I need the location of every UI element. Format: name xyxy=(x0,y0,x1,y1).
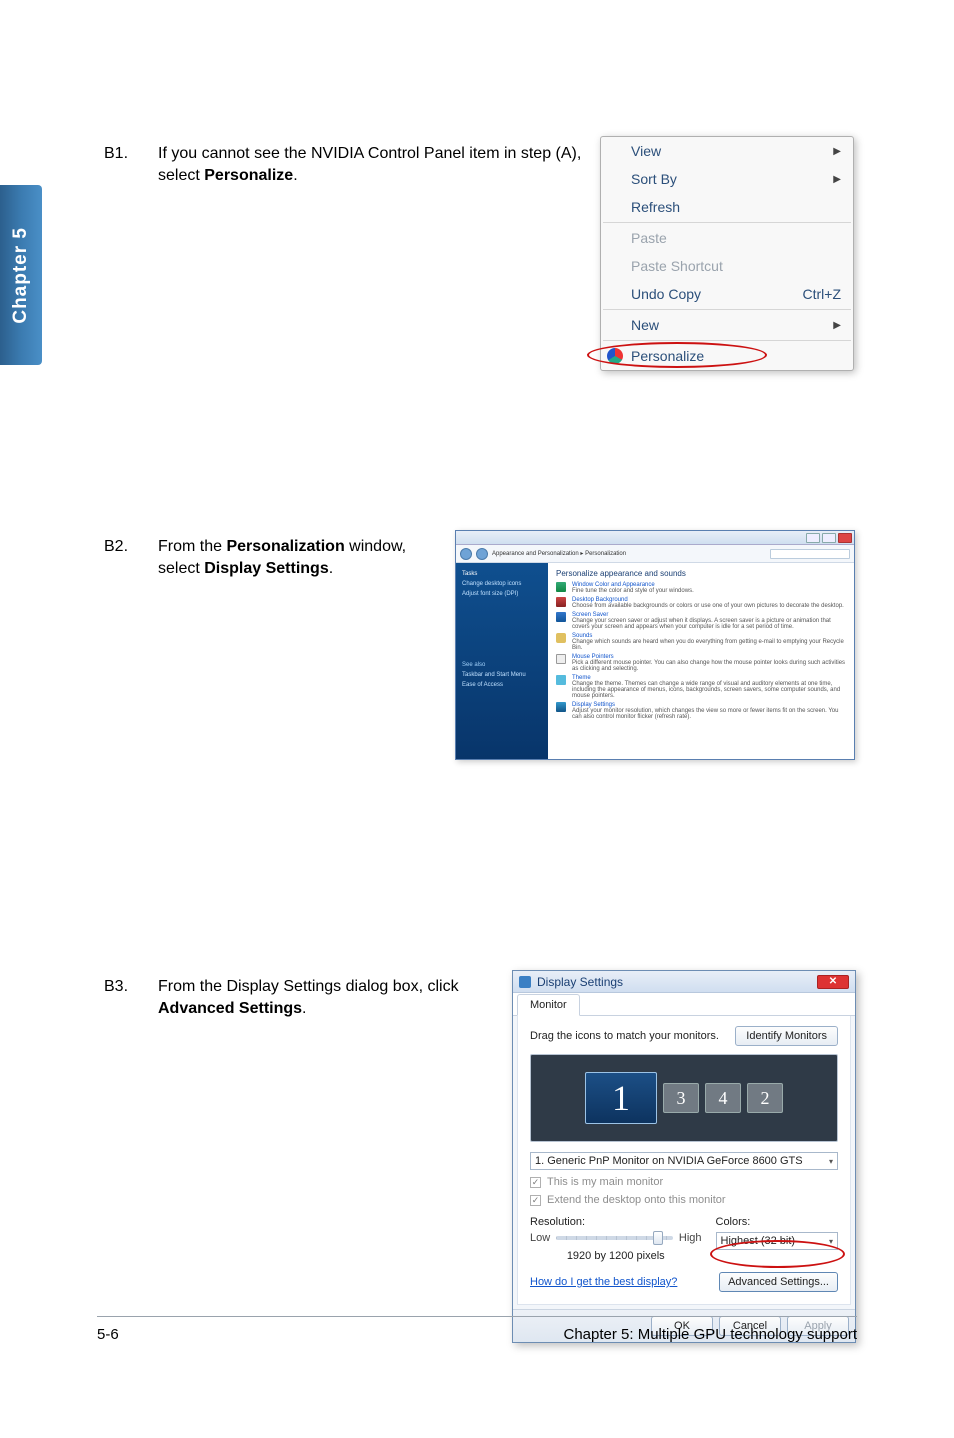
menu-new[interactable]: New▶ xyxy=(601,311,853,339)
separator xyxy=(603,340,851,341)
sidebar-header: Tasks xyxy=(462,569,542,579)
sidebar-item-desktop-icons[interactable]: Change desktop icons xyxy=(462,579,542,589)
back-button[interactable] xyxy=(460,548,472,560)
drag-instruction: Drag the icons to match your monitors. xyxy=(530,1030,719,1042)
sidebar-item-taskbar[interactable]: Taskbar and Start Menu xyxy=(462,670,542,680)
monitor-4[interactable]: 4 xyxy=(705,1083,741,1113)
window-color-icon xyxy=(556,582,566,592)
maximize-button[interactable] xyxy=(822,533,836,543)
step-b3: B3. From the Display Settings dialog box… xyxy=(104,976,489,1019)
menu-paste-shortcut: Paste Shortcut xyxy=(601,252,853,280)
slider-thumb[interactable] xyxy=(653,1231,663,1245)
menu-refresh[interactable]: Refresh xyxy=(601,193,853,221)
resolution-value: 1920 by 1200 pixels xyxy=(530,1250,702,1262)
item-theme[interactable]: ThemeChange the theme. Themes can change… xyxy=(556,675,846,699)
nav-bar: Appearance and Personalization ▸ Persona… xyxy=(456,545,854,563)
sounds-icon xyxy=(556,633,566,643)
step-b1-num: B1. xyxy=(104,143,136,186)
help-link[interactable]: How do I get the best display? xyxy=(530,1276,677,1288)
menu-paste: Paste xyxy=(601,224,853,252)
dialog-title: Display Settings xyxy=(537,975,623,989)
search-input[interactable] xyxy=(770,549,850,559)
step-b1-text: If you cannot see the NVIDIA Control Pan… xyxy=(158,143,584,186)
shortcut-text: Ctrl+Z xyxy=(803,286,842,302)
menu-undo-copy[interactable]: Undo CopyCtrl+Z xyxy=(601,280,853,308)
item-sounds[interactable]: SoundsChange which sounds are heard when… xyxy=(556,633,846,651)
advanced-settings-button[interactable]: Advanced Settings... xyxy=(719,1272,838,1292)
checkbox-icon: ✓ xyxy=(530,1177,541,1188)
tab-row: Monitor xyxy=(513,993,855,1016)
resolution-label: Resolution: xyxy=(530,1216,702,1228)
chapter-tab-text: Chapter 5 xyxy=(10,227,32,324)
step-b3-text: From the Display Settings dialog box, cl… xyxy=(158,976,489,1019)
chapter-tab: Chapter 5 xyxy=(0,185,42,365)
checkbox-icon: ✓ xyxy=(530,1195,541,1206)
close-button[interactable] xyxy=(838,533,852,543)
desktop-background-icon xyxy=(556,597,566,607)
screen-saver-icon xyxy=(556,612,566,622)
separator xyxy=(603,222,851,223)
mouse-pointers-icon xyxy=(556,654,566,664)
main-panel: Personalize appearance and sounds Window… xyxy=(548,563,854,759)
step-b2: B2. From the Personalization window, sel… xyxy=(104,536,434,579)
titlebar xyxy=(456,531,854,545)
personalization-window: Appearance and Personalization ▸ Persona… xyxy=(455,530,855,760)
colors-select[interactable]: Highest (32 bit) ▾ xyxy=(716,1232,839,1250)
item-screen-saver[interactable]: Screen SaverChange your screen saver or … xyxy=(556,612,846,630)
monitor-1[interactable]: 1 xyxy=(585,1072,657,1124)
item-window-color[interactable]: Window Color and AppearanceFine tune the… xyxy=(556,582,846,594)
minimize-button[interactable] xyxy=(806,533,820,543)
display-settings-icon xyxy=(556,702,566,712)
theme-icon xyxy=(556,675,566,685)
close-button[interactable]: ✕ xyxy=(817,975,849,989)
dialog-icon xyxy=(519,976,531,988)
identify-monitors-button[interactable]: Identify Monitors xyxy=(735,1026,838,1046)
chevron-right-icon: ▶ xyxy=(833,146,841,157)
item-mouse-pointers[interactable]: Mouse PointersPick a different mouse poi… xyxy=(556,654,846,672)
see-also-header: See also xyxy=(462,660,542,670)
chevron-right-icon: ▶ xyxy=(833,174,841,185)
dropdown-icon: ▾ xyxy=(829,1237,833,1246)
resolution-slider[interactable]: Low High xyxy=(530,1232,702,1244)
chapter-title: Chapter 5: Multiple GPU technology suppo… xyxy=(564,1326,858,1343)
step-b3-num: B3. xyxy=(104,976,136,1019)
sidebar-item-font-size[interactable]: Adjust font size (DPI) xyxy=(462,589,542,599)
personalize-icon xyxy=(607,348,623,364)
menu-personalize[interactable]: Personalize xyxy=(601,342,853,370)
step-b2-num: B2. xyxy=(104,536,136,579)
menu-sort-by[interactable]: Sort By▶ xyxy=(601,165,853,193)
monitor-2[interactable]: 2 xyxy=(747,1083,783,1113)
monitor-layout[interactable]: 1 3 4 2 xyxy=(530,1054,838,1142)
menu-view[interactable]: View▶ xyxy=(601,137,853,165)
extend-desktop-checkbox: ✓ Extend the desktop onto this monitor xyxy=(530,1194,838,1206)
item-display-settings[interactable]: Display SettingsAdjust your monitor reso… xyxy=(556,702,846,720)
monitor-select[interactable]: 1. Generic PnP Monitor on NVIDIA GeForce… xyxy=(530,1152,838,1170)
chevron-right-icon: ▶ xyxy=(833,320,841,331)
colors-label: Colors: xyxy=(716,1216,839,1228)
sidebar-item-ease[interactable]: Ease of Access xyxy=(462,680,542,690)
separator xyxy=(603,309,851,310)
monitor-3[interactable]: 3 xyxy=(663,1083,699,1113)
panel-title: Personalize appearance and sounds xyxy=(556,569,846,578)
main-monitor-checkbox: ✓ This is my main monitor xyxy=(530,1176,838,1188)
display-settings-dialog: Display Settings ✕ Monitor Drag the icon… xyxy=(512,970,856,1343)
step-b2-text: From the Personalization window, select … xyxy=(158,536,434,579)
breadcrumb: Appearance and Personalization ▸ Persona… xyxy=(492,550,626,557)
tab-monitor[interactable]: Monitor xyxy=(517,994,580,1016)
item-desktop-background[interactable]: Desktop BackgroundChoose from available … xyxy=(556,597,846,609)
context-menu: View▶ Sort By▶ Refresh Paste Paste Short… xyxy=(600,136,854,371)
slider-track[interactable] xyxy=(556,1236,673,1240)
dialog-titlebar: Display Settings ✕ xyxy=(513,971,855,993)
step-b1: B1. If you cannot see the NVIDIA Control… xyxy=(104,143,584,186)
footer-separator xyxy=(97,1316,857,1317)
monitor-panel: Drag the icons to match your monitors. I… xyxy=(517,1016,851,1305)
dropdown-icon: ▾ xyxy=(829,1157,833,1166)
sidebar: Tasks Change desktop icons Adjust font s… xyxy=(456,563,548,759)
forward-button[interactable] xyxy=(476,548,488,560)
page-number: 5-6 xyxy=(97,1326,119,1343)
